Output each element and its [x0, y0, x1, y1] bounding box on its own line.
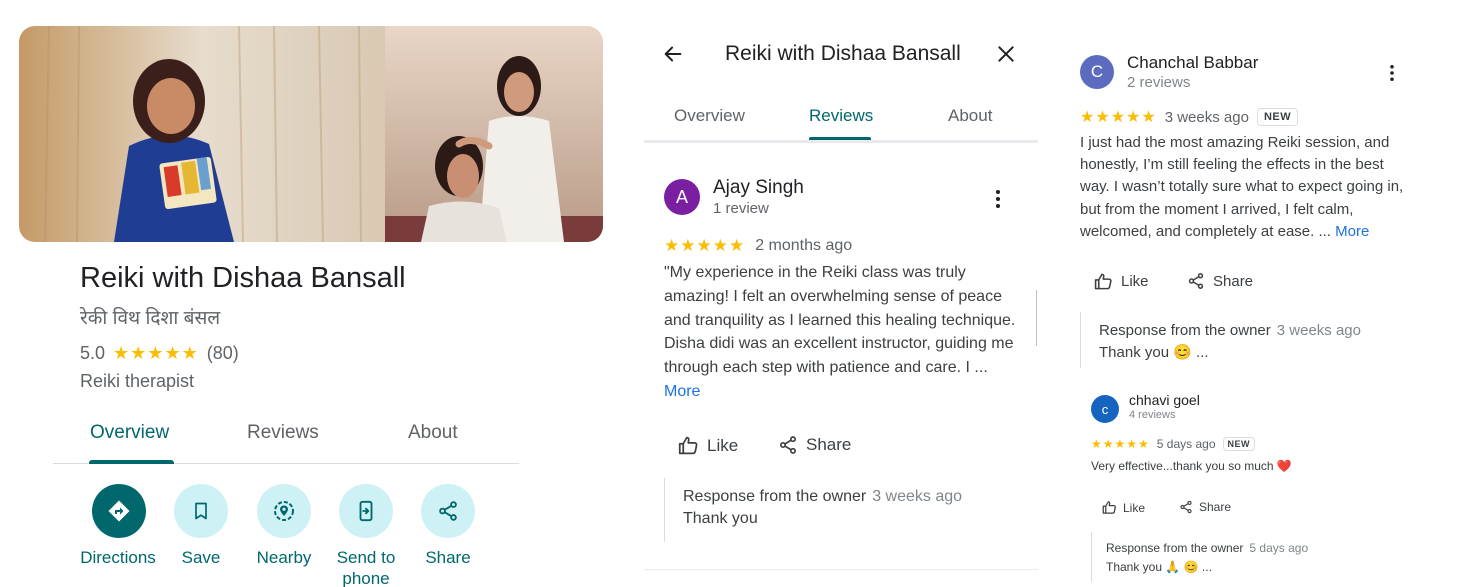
- reviewer-name[interactable]: Ajay Singh: [713, 177, 804, 199]
- tabs-divider: [644, 140, 1038, 143]
- more-vert-icon: [996, 190, 1000, 208]
- avatar[interactable]: A: [664, 179, 700, 215]
- tab-overview[interactable]: Overview: [90, 422, 169, 444]
- owner-response-title: Response from the owner: [1099, 322, 1271, 339]
- thumbs-up-icon: [678, 436, 698, 455]
- avatar[interactable]: C: [1080, 55, 1114, 89]
- place-category[interactable]: Reiki therapist: [80, 371, 194, 392]
- close-icon: [998, 46, 1014, 62]
- share-label: Share: [1213, 272, 1254, 290]
- share-label[interactable]: Share: [393, 547, 503, 568]
- owner-response: Response from the owner 3 weeks ago Thank…: [1080, 312, 1400, 368]
- review-rating-row: ★★★★★ 5 days ago NEW: [1091, 437, 1256, 451]
- review-stars: ★★★★★: [664, 236, 746, 255]
- share-icon: [439, 501, 457, 521]
- like-label: Like: [707, 435, 739, 455]
- reviewer-name[interactable]: Chanchal Babbar: [1127, 53, 1258, 73]
- review-menu-button[interactable]: [1384, 63, 1400, 88]
- like-label: Like: [1123, 500, 1146, 515]
- share-label: Share: [806, 435, 852, 454]
- share-review-button[interactable]: Share: [1179, 500, 1231, 514]
- share-button[interactable]: [421, 484, 475, 538]
- review-text-content: "My experience in the Reiki class was tr…: [664, 264, 1016, 377]
- review-divider: [644, 569, 1038, 570]
- thumbs-up-icon: [1094, 273, 1112, 290]
- owner-response-title: Response from the owner: [1106, 541, 1244, 555]
- new-badge: NEW: [1256, 108, 1299, 126]
- rating-row[interactable]: 5.0 ★★★★★ (80): [80, 343, 239, 364]
- rating-count[interactable]: (80): [207, 343, 239, 364]
- bookmark-icon: [195, 502, 207, 520]
- owner-response-time: 5 days ago: [1249, 541, 1309, 555]
- like-button[interactable]: Like: [1102, 500, 1145, 515]
- place-local-name: रेकी विथ दिशा बंसल: [80, 308, 221, 329]
- owner-response: Response from the owner 5 days ago Thank …: [1091, 532, 1341, 582]
- more-link[interactable]: More: [1335, 223, 1369, 240]
- send-to-phone-icon: [359, 500, 373, 522]
- owner-response-title: Response from the owner: [683, 488, 867, 505]
- close-button[interactable]: [996, 44, 1016, 69]
- tab-about[interactable]: About: [948, 106, 992, 126]
- reviewer-review-count: 2 reviews: [1127, 74, 1191, 91]
- review-rating-row: ★★★★★ 2 months ago: [664, 236, 852, 256]
- directions-icon: [108, 500, 130, 522]
- share-icon: [780, 436, 796, 454]
- owner-response-text: Thank you 😊 ...: [1099, 344, 1209, 361]
- like-button[interactable]: Like: [678, 435, 738, 456]
- more-vert-icon: [1390, 65, 1394, 81]
- share-review-button[interactable]: Share: [1187, 272, 1253, 290]
- reviews-panel-title: Reiki with Dishaa Bansall: [725, 42, 961, 65]
- reviewer-review-count: 4 reviews: [1129, 409, 1176, 421]
- listing-photo-image: [19, 26, 603, 242]
- reviewer-review-count: 1 review: [713, 200, 769, 217]
- rating-stars: ★★★★★: [113, 343, 199, 363]
- tab-about[interactable]: About: [408, 422, 458, 444]
- active-tab-indicator: [809, 137, 871, 140]
- like-button[interactable]: Like: [1094, 272, 1149, 291]
- nearby-icon: [274, 501, 294, 521]
- owner-response-time: 3 weeks ago: [872, 488, 963, 505]
- nearby-button[interactable]: [257, 484, 311, 538]
- review-stars: ★★★★★: [1080, 109, 1157, 126]
- share-icon: [1180, 500, 1192, 514]
- back-button[interactable]: [662, 43, 684, 70]
- reviewer-name[interactable]: chhavi goel: [1129, 392, 1200, 408]
- active-tab-indicator: [89, 460, 174, 464]
- directions-button[interactable]: [92, 484, 146, 538]
- rating-value: 5.0: [80, 343, 106, 363]
- tab-reviews[interactable]: Reviews: [809, 106, 873, 126]
- review-menu-button[interactable]: [989, 188, 1007, 215]
- owner-response-text: Thank you: [683, 510, 758, 527]
- owner-response-time: 3 weeks ago: [1276, 322, 1361, 339]
- scrollbar[interactable]: [1036, 290, 1037, 346]
- tab-reviews[interactable]: Reviews: [247, 422, 319, 444]
- share-review-button[interactable]: Share: [778, 435, 851, 455]
- review-text: Very effective...thank you so much ❤️: [1091, 459, 1292, 473]
- share-icon: [1188, 273, 1204, 289]
- review-time: 2 months ago: [755, 237, 853, 254]
- review-time: 3 weeks ago: [1164, 108, 1249, 126]
- owner-response-text: Thank you 🙏 😊 ...: [1106, 560, 1212, 574]
- review-rating-row: ★★★★★ 3 weeks ago NEW: [1080, 107, 1299, 127]
- new-badge: NEW: [1222, 437, 1256, 451]
- review-time: 5 days ago: [1156, 437, 1216, 451]
- tab-overview[interactable]: Overview: [674, 106, 745, 126]
- save-button[interactable]: [174, 484, 228, 538]
- send-to-phone-button[interactable]: [339, 484, 393, 538]
- thumbs-up-icon: [1102, 501, 1116, 514]
- review-stars: ★★★★★: [1091, 437, 1150, 451]
- back-arrow-icon: [664, 46, 682, 62]
- share-label: Share: [1199, 500, 1232, 514]
- review-text: "My experience in the Reiki class was tr…: [664, 261, 1024, 404]
- more-link[interactable]: More: [664, 383, 700, 400]
- place-title: Reiki with Dishaa Bansall: [80, 262, 406, 294]
- listing-photo[interactable]: [19, 26, 603, 242]
- owner-response: Response from the owner 3 weeks ago Thank…: [664, 478, 1004, 542]
- like-label: Like: [1121, 273, 1149, 290]
- avatar[interactable]: c: [1091, 395, 1119, 423]
- review-text: I just had the most amazing Reiki sessio…: [1080, 132, 1410, 243]
